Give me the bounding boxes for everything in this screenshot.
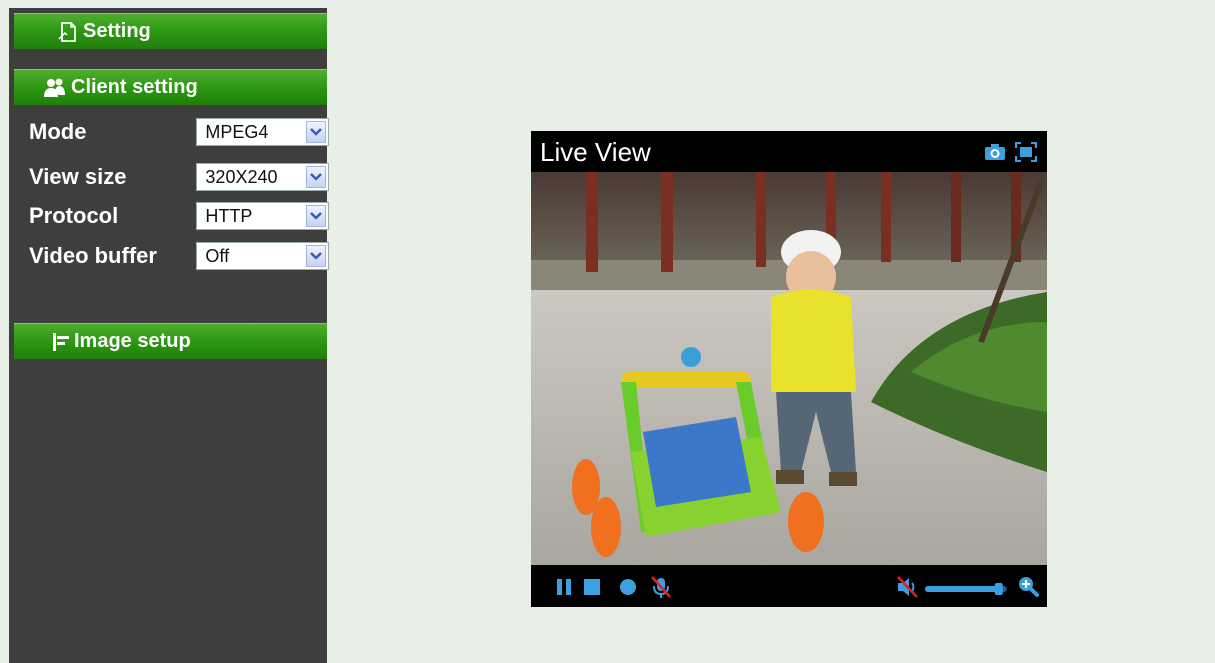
video-buffer-value: Off xyxy=(205,245,230,266)
zoom-icon[interactable] xyxy=(1017,575,1039,602)
live-view-panel: Live View xyxy=(531,131,1047,607)
camera-icon[interactable] xyxy=(983,142,1007,167)
client-setting-menu-button[interactable]: Client setting xyxy=(14,69,327,105)
playback-controls xyxy=(531,565,1047,607)
mode-row: Mode MPEG4 xyxy=(29,117,329,147)
live-view-header: Live View xyxy=(531,131,1047,172)
view-size-select[interactable]: 320X240 xyxy=(196,163,329,191)
chevron-down-icon[interactable] xyxy=(306,245,326,267)
setting-label: Setting xyxy=(83,20,151,42)
chevron-down-icon[interactable] xyxy=(306,205,326,227)
sidebar: Setting Client setting Mode MPEG4 View s… xyxy=(9,8,329,663)
view-size-value: 320X240 xyxy=(205,166,278,187)
chevron-down-icon[interactable] xyxy=(306,166,326,188)
speaker-muted-icon[interactable] xyxy=(895,575,921,604)
users-icon xyxy=(43,77,67,99)
video-buffer-select[interactable]: Off xyxy=(196,242,329,270)
view-size-row: View size 320X240 xyxy=(29,162,329,192)
protocol-row: Protocol HTTP xyxy=(29,201,329,231)
video-stream[interactable] xyxy=(531,172,1047,565)
setting-menu-button[interactable]: Setting xyxy=(14,13,327,49)
mode-select[interactable]: MPEG4 xyxy=(196,118,329,146)
view-size-label: View size xyxy=(29,164,127,189)
protocol-label: Protocol xyxy=(29,203,119,228)
record-icon[interactable] xyxy=(619,578,637,601)
mode-value: MPEG4 xyxy=(205,121,269,142)
video-buffer-label: Video buffer xyxy=(29,243,157,268)
image-setup-label: Image setup xyxy=(74,330,191,352)
protocol-value: HTTP xyxy=(205,205,253,226)
live-view-title: Live View xyxy=(540,137,651,167)
image-setup-menu-button[interactable]: Image setup xyxy=(14,323,327,359)
mode-label: Mode xyxy=(29,119,87,144)
video-buffer-row: Video buffer Off xyxy=(29,241,329,271)
stop-icon[interactable] xyxy=(583,578,601,601)
pause-icon[interactable] xyxy=(556,578,572,601)
image-setup-icon xyxy=(52,331,70,353)
protocol-select[interactable]: HTTP xyxy=(196,202,329,230)
chevron-down-icon[interactable] xyxy=(306,121,326,143)
mic-muted-icon[interactable] xyxy=(649,575,673,604)
fullscreen-icon[interactable] xyxy=(1014,141,1038,167)
document-icon xyxy=(57,21,79,43)
client-setting-label: Client setting xyxy=(71,76,198,98)
volume-slider[interactable] xyxy=(925,582,1007,600)
video-frame-image xyxy=(531,172,1047,565)
